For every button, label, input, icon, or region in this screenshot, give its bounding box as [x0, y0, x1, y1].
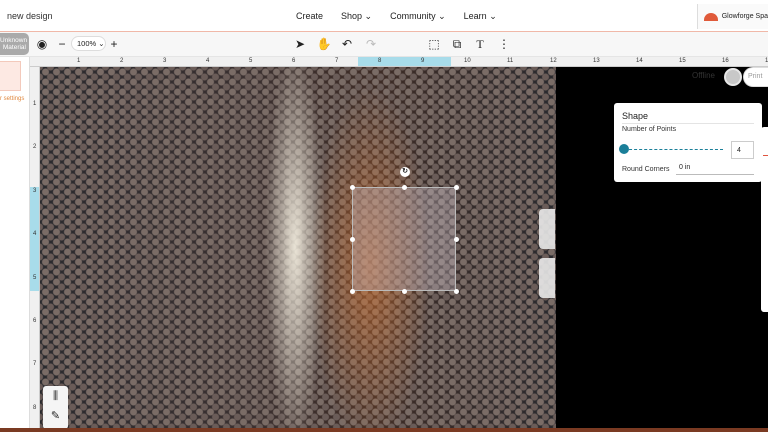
resize-handle[interactable]: [453, 236, 459, 242]
shape-panel: Shape Number of Points 4 Round Corners 0…: [614, 103, 762, 182]
ruler-label: 5: [249, 58, 253, 64]
top-nav: new design Create Shop ⌄ Community ⌄ Lea…: [0, 0, 768, 32]
nav-shop[interactable]: Shop ⌄: [341, 11, 372, 22]
offline-status: Offline: [692, 71, 715, 80]
ruler-label: 2: [120, 58, 124, 64]
nav-community[interactable]: Community ⌄: [390, 11, 446, 22]
redo-icon[interactable]: ↷: [363, 36, 379, 52]
nav-learn[interactable]: Learn ⌄: [464, 11, 497, 22]
bed-tile: [539, 209, 555, 249]
ruler-label: 2: [33, 144, 37, 151]
corners-input[interactable]: 0 in: [676, 164, 754, 175]
ruler-label: 3: [33, 187, 37, 194]
zoom-value: 100%: [77, 39, 97, 48]
points-slider-knob[interactable]: [619, 144, 629, 154]
ruler-measure-icon[interactable]: ✎: [43, 406, 68, 426]
ruler-label: 1: [77, 58, 81, 64]
ruler-label: 4: [206, 58, 210, 64]
ruler-label: 4: [33, 231, 37, 238]
toolbar: Unknown Material ◉ − + ➤ ✋ ↶ ↷ + ⬚ ⧉ T ⋮…: [0, 32, 768, 89]
ruler-label: 7: [33, 361, 37, 368]
ruler-label: 10: [464, 58, 471, 64]
glowforge-logo-icon: [704, 12, 718, 21]
nav-community-label: Community: [390, 11, 436, 21]
rotate-handle-icon[interactable]: ↻: [400, 167, 410, 177]
ruler-label: 12: [550, 58, 557, 64]
hand-icon[interactable]: ✋: [316, 36, 332, 52]
points-input[interactable]: 4: [731, 141, 754, 159]
eye-icon[interactable]: ◉: [34, 36, 50, 52]
bottom-bar: [0, 428, 768, 432]
bottom-tools: ⫼ ✎: [43, 386, 68, 429]
ruler-label: 6: [33, 318, 37, 324]
ruler-label: 16: [722, 58, 729, 64]
resize-handle[interactable]: [349, 236, 355, 242]
print-button[interactable]: Print: [743, 67, 768, 87]
more-icon[interactable]: ⋮: [496, 36, 512, 52]
design-title[interactable]: new design: [7, 11, 53, 21]
printer-name: Glowforge Spa: [721, 13, 768, 20]
sidebar: r settings: [0, 57, 30, 432]
points-slider[interactable]: [624, 149, 723, 150]
resize-handle[interactable]: [349, 288, 355, 294]
points-label: Number of Points: [622, 126, 677, 133]
ruler-label: 13: [593, 58, 600, 64]
trace-icon[interactable]: ⬚: [426, 36, 442, 52]
settings-link[interactable]: r settings: [0, 96, 24, 102]
ruler-label: 11: [507, 58, 514, 64]
horizontal-ruler: 1234567891011121314151617: [30, 57, 768, 67]
ruler-label: 3: [163, 58, 167, 64]
zoom-in-button[interactable]: +: [106, 36, 122, 52]
side-panel-edge: [761, 127, 768, 312]
ruler-label: 8: [378, 58, 382, 64]
ruler-label: 14: [636, 58, 643, 64]
text-icon[interactable]: T: [472, 36, 488, 52]
zoom-out-button[interactable]: −: [54, 36, 70, 52]
resize-handle[interactable]: [453, 184, 459, 190]
ruler-label: 6: [292, 58, 296, 64]
select-arrow-icon[interactable]: ➤: [292, 36, 308, 52]
zoom-select[interactable]: 100% ⌄: [71, 36, 106, 51]
offline-icon: [724, 68, 742, 86]
ruler-label: 1: [33, 101, 37, 107]
undo-icon[interactable]: ↶: [339, 36, 355, 52]
bed-tile: [539, 258, 555, 298]
ruler-label: 15: [679, 58, 686, 64]
material-button[interactable]: Unknown Material: [0, 33, 29, 55]
ruler-label: 7: [335, 58, 339, 64]
material-card[interactable]: [0, 61, 21, 91]
ruler-label: 9: [421, 58, 425, 64]
nav-shop-label: Shop: [341, 11, 363, 21]
nav-learn-label: Learn: [463, 11, 487, 21]
vertical-ruler: 1 2 3 4 5 6 7 8: [30, 67, 40, 432]
align-icon[interactable]: ⫼: [43, 386, 68, 406]
camera-canvas[interactable]: [40, 67, 556, 432]
corners-label: Round Corners: [622, 166, 670, 173]
resize-handle[interactable]: [401, 288, 407, 294]
resize-handle[interactable]: [349, 184, 355, 190]
resize-handle[interactable]: [453, 288, 459, 294]
shapes-icon[interactable]: ⧉: [449, 36, 465, 52]
panel-title: Shape: [622, 111, 649, 121]
ruler-highlight: [358, 57, 451, 66]
printer-selector[interactable]: Glowforge Spa: [697, 4, 768, 29]
ruler-label: 5: [33, 274, 37, 281]
nav-create[interactable]: Create: [296, 11, 323, 22]
selected-shape[interactable]: [352, 187, 456, 291]
ruler-label: 8: [33, 404, 37, 411]
resize-handle[interactable]: [401, 184, 407, 190]
